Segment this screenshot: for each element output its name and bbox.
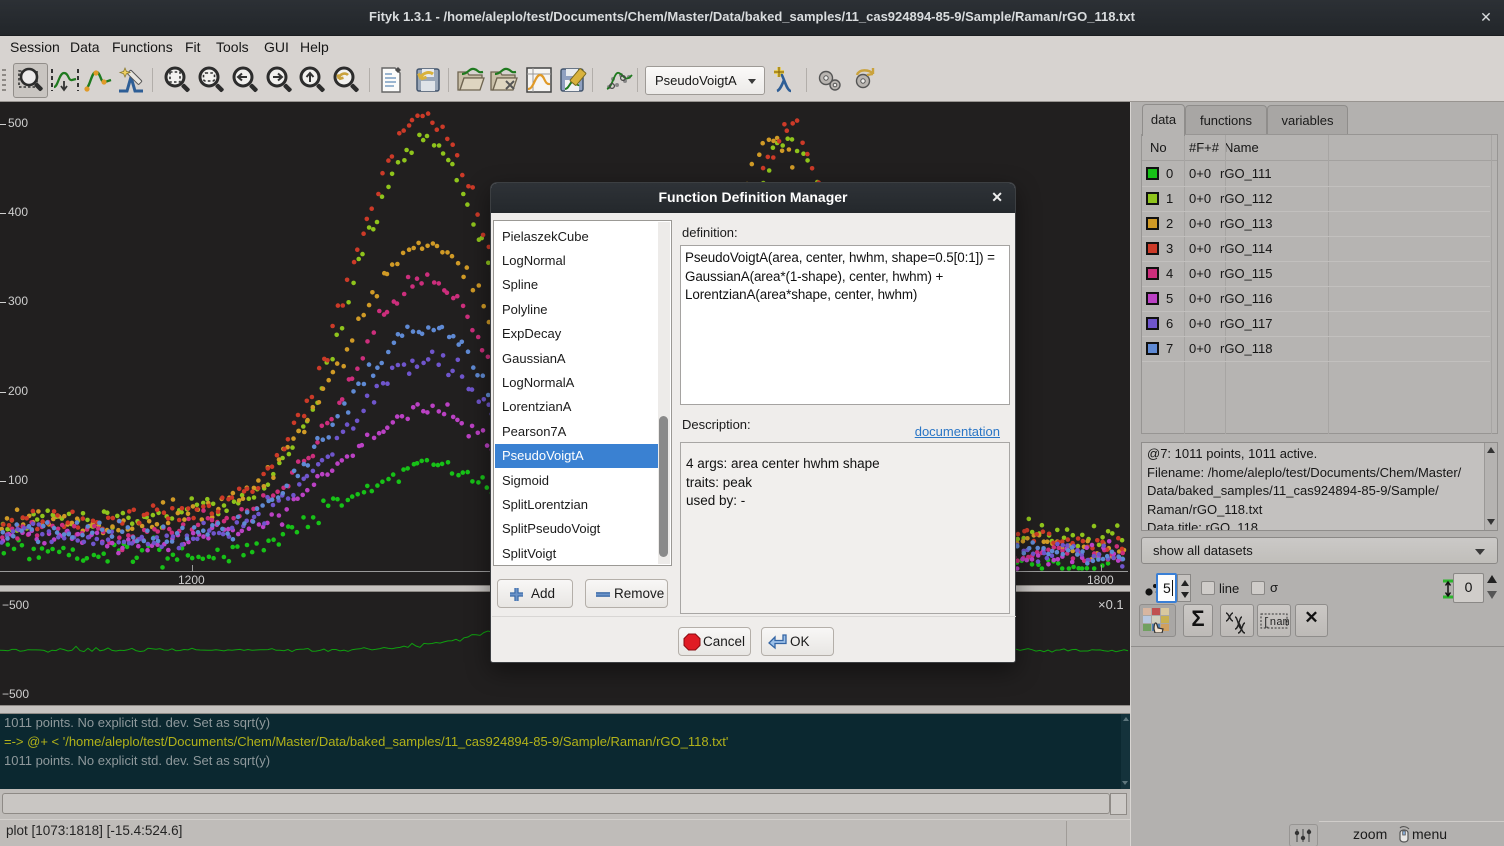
svg-text:[nam: [nam: [1263, 617, 1290, 629]
